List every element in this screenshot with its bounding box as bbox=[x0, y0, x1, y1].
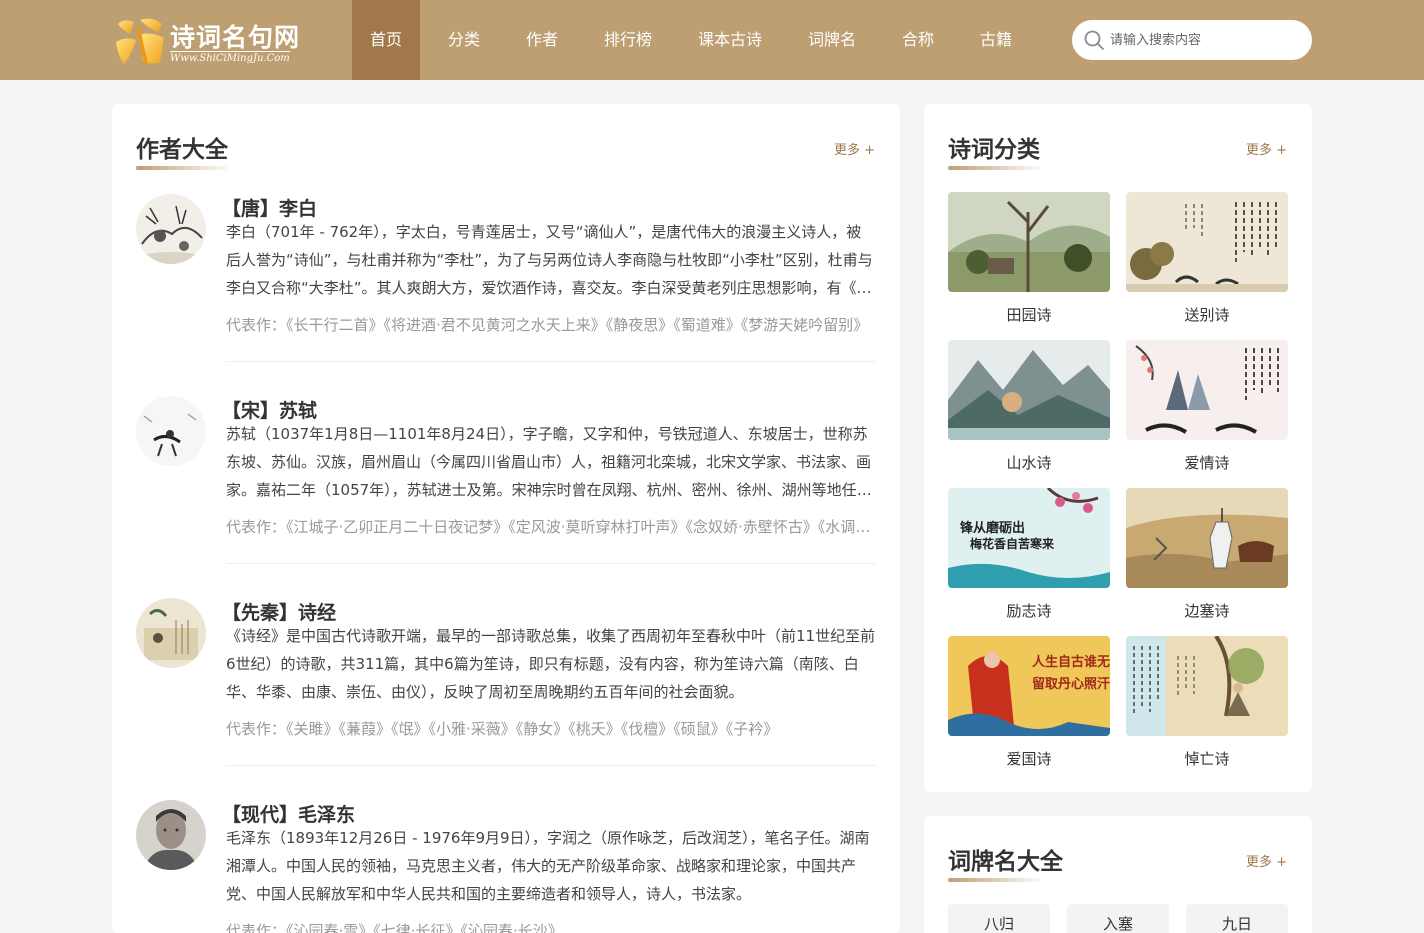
ink-painting-image bbox=[136, 194, 206, 264]
author-avatar[interactable] bbox=[136, 598, 206, 668]
title-underline bbox=[136, 166, 228, 170]
section-title: 诗词分类 bbox=[948, 137, 1040, 163]
category-image bbox=[1126, 192, 1288, 292]
category-label: 悼亡诗 bbox=[1184, 750, 1230, 768]
author-description: 毛泽东（1893年12月26日 - 1976年9月9日），字润之（原作咏芝，后改… bbox=[226, 829, 870, 903]
cipai-item[interactable]: 八归 bbox=[948, 904, 1050, 933]
category-label: 田园诗 bbox=[1006, 306, 1052, 324]
patriotic-image-text-1: 人生自古谁无死 bbox=[1032, 654, 1110, 670]
author-name[interactable]: 【唐】李白 bbox=[222, 194, 317, 221]
author-entry-maozedong: 【现代】毛泽东 毛泽东（1893年12月26日 - 1976年9月9日），字润之… bbox=[136, 800, 876, 933]
cipai-item[interactable]: 九日 bbox=[1186, 904, 1288, 933]
cipai-card: 词牌名大全 更多 + 八归 入塞 九日 bbox=[924, 816, 1312, 933]
ink-painting-image bbox=[136, 396, 206, 466]
author-works[interactable]: 代表作：《江城子·乙卯正月二十日夜记梦》《定风波·莫听穿林打叶声》《念奴娇·赤壁… bbox=[226, 516, 876, 537]
title-underline bbox=[948, 878, 1040, 882]
cipai-more-link[interactable]: 更多 + bbox=[1246, 851, 1287, 870]
inspirational-image-text-2: 梅花香自苦寒来 bbox=[970, 536, 1055, 551]
author-name[interactable]: 【现代】毛泽东 bbox=[222, 800, 355, 827]
category-tile-elegy[interactable]: 悼亡诗 bbox=[1126, 636, 1288, 769]
categories-more-link[interactable]: 更多 + bbox=[1246, 139, 1287, 158]
nav-ranking[interactable]: 排行榜 bbox=[592, 0, 664, 80]
search-input[interactable] bbox=[1110, 28, 1300, 52]
category-image bbox=[1126, 488, 1288, 588]
category-tile-farewell[interactable]: 送别诗 bbox=[1126, 192, 1288, 325]
author-works[interactable]: 代表作：《长干行二首》《将进酒·君不见黄河之水天上来》《静夜思》《蜀道难》《梦游… bbox=[226, 314, 876, 335]
author-entry-libai: 【唐】李白 李白（701年 - 762年），字太白，号青莲居士，又号“谪仙人”，… bbox=[136, 194, 876, 364]
category-label: 山水诗 bbox=[1006, 454, 1052, 472]
ink-painting-image bbox=[136, 598, 206, 668]
author-entry-shijing: 【先秦】诗经 《诗经》是中国古代诗歌开端，最早的一部诗歌总集，收集了西周初年至春… bbox=[136, 598, 876, 768]
section-title: 作者大全 bbox=[136, 137, 228, 163]
logo-title: 诗词名句网 bbox=[170, 23, 301, 52]
section-title: 词牌名大全 bbox=[948, 849, 1063, 875]
category-label: 爱情诗 bbox=[1184, 454, 1230, 472]
authors-more-link[interactable]: 更多 + bbox=[834, 139, 875, 158]
author-avatar[interactable] bbox=[136, 194, 206, 264]
category-image bbox=[948, 192, 1110, 292]
category-label: 边塞诗 bbox=[1184, 602, 1230, 620]
category-tile-patriotic[interactable]: 人生自古谁无死 留取丹心照汗青 爱国诗 bbox=[948, 636, 1110, 769]
author-name[interactable]: 【先秦】诗经 bbox=[222, 598, 336, 625]
author-works[interactable]: 代表作：《关雎》《蒹葭》《氓》《小雅·采薇》《静女》《桃夭》《伐檀》《硕鼠》《子… bbox=[226, 718, 876, 739]
author-description: 《诗经》是中国古代诗歌开端，最早的一部诗歌总集，收集了西周初年至春秋中叶（前11… bbox=[226, 627, 876, 701]
search-icon[interactable] bbox=[1082, 28, 1106, 52]
title-underline bbox=[948, 166, 1040, 170]
category-tile-frontier[interactable]: 边塞诗 bbox=[1126, 488, 1288, 621]
logo-url: Www.ShiCiMingJu.Com bbox=[170, 51, 290, 64]
divider bbox=[226, 765, 876, 766]
portrait-image bbox=[136, 800, 206, 870]
divider bbox=[226, 563, 876, 564]
category-image: 锋从磨砺出 梅花香自苦寒来 bbox=[948, 488, 1110, 588]
author-description: 李白（701年 - 762年），字太白，号青莲居士，又号“谪仙人”，是唐代伟大的… bbox=[226, 223, 873, 297]
category-label: 送别诗 bbox=[1184, 306, 1230, 324]
logo-calligraphy-icon bbox=[116, 18, 164, 65]
category-image bbox=[1126, 636, 1288, 736]
author-avatar[interactable] bbox=[136, 800, 206, 870]
author-name[interactable]: 【宋】苏轼 bbox=[222, 396, 317, 423]
category-tile-love[interactable]: 爱情诗 bbox=[1126, 340, 1288, 473]
nav-category[interactable]: 分类 bbox=[432, 0, 496, 80]
author-description: 苏轼（1037年1月8日—1101年8月24日），字子瞻，又字和仲，号铁冠道人、… bbox=[226, 425, 872, 499]
site-logo[interactable]: 诗词名句网 Www.ShiCiMingJu.Com bbox=[112, 14, 312, 68]
nav-collective-names[interactable]: 合称 bbox=[890, 0, 946, 80]
category-tile-inspirational[interactable]: 锋从磨砺出 梅花香自苦寒来 励志诗 bbox=[948, 488, 1110, 621]
author-works[interactable]: 代表作：《沁园春·雪》《七律·长征》《沁园春·长沙》 bbox=[226, 920, 876, 933]
categories-card: 诗词分类 更多 + 田园诗 送别诗 山水诗 爱情诗 锋从磨砺出 梅花香自苦寒来 … bbox=[924, 104, 1312, 792]
search-box[interactable] bbox=[1072, 20, 1312, 60]
category-image bbox=[1126, 340, 1288, 440]
nav-textbook-poems[interactable]: 课本古诗 bbox=[690, 0, 770, 80]
category-image bbox=[948, 340, 1110, 440]
inspirational-image-text-1: 锋从磨砺出 bbox=[960, 520, 1025, 536]
category-tile-landscape[interactable]: 山水诗 bbox=[948, 340, 1110, 473]
nav-ancient-books[interactable]: 古籍 bbox=[968, 0, 1024, 80]
nav-cipai[interactable]: 词牌名 bbox=[800, 0, 864, 80]
patriotic-image-text-2: 留取丹心照汗青 bbox=[1032, 676, 1110, 692]
cipai-item[interactable]: 入塞 bbox=[1067, 904, 1169, 933]
authors-card: 作者大全 更多 + 【唐】李白 李白（701年 - 762年），字太白，号青莲居… bbox=[112, 104, 900, 933]
site-header: 诗词名句网 Www.ShiCiMingJu.Com 首页 分类 作者 排行榜 课… bbox=[0, 0, 1424, 80]
category-label: 励志诗 bbox=[1006, 602, 1052, 620]
category-tile-pastoral[interactable]: 田园诗 bbox=[948, 192, 1110, 325]
author-avatar[interactable] bbox=[136, 396, 206, 466]
author-entry-sushi: 【宋】苏轼 苏轼（1037年1月8日—1101年8月24日），字子瞻，又字和仲，… bbox=[136, 396, 876, 566]
divider bbox=[226, 361, 876, 362]
nav-home[interactable]: 首页 bbox=[352, 0, 420, 80]
nav-author[interactable]: 作者 bbox=[510, 0, 574, 80]
category-image: 人生自古谁无死 留取丹心照汗青 bbox=[948, 636, 1110, 736]
category-label: 爱国诗 bbox=[1006, 750, 1052, 768]
